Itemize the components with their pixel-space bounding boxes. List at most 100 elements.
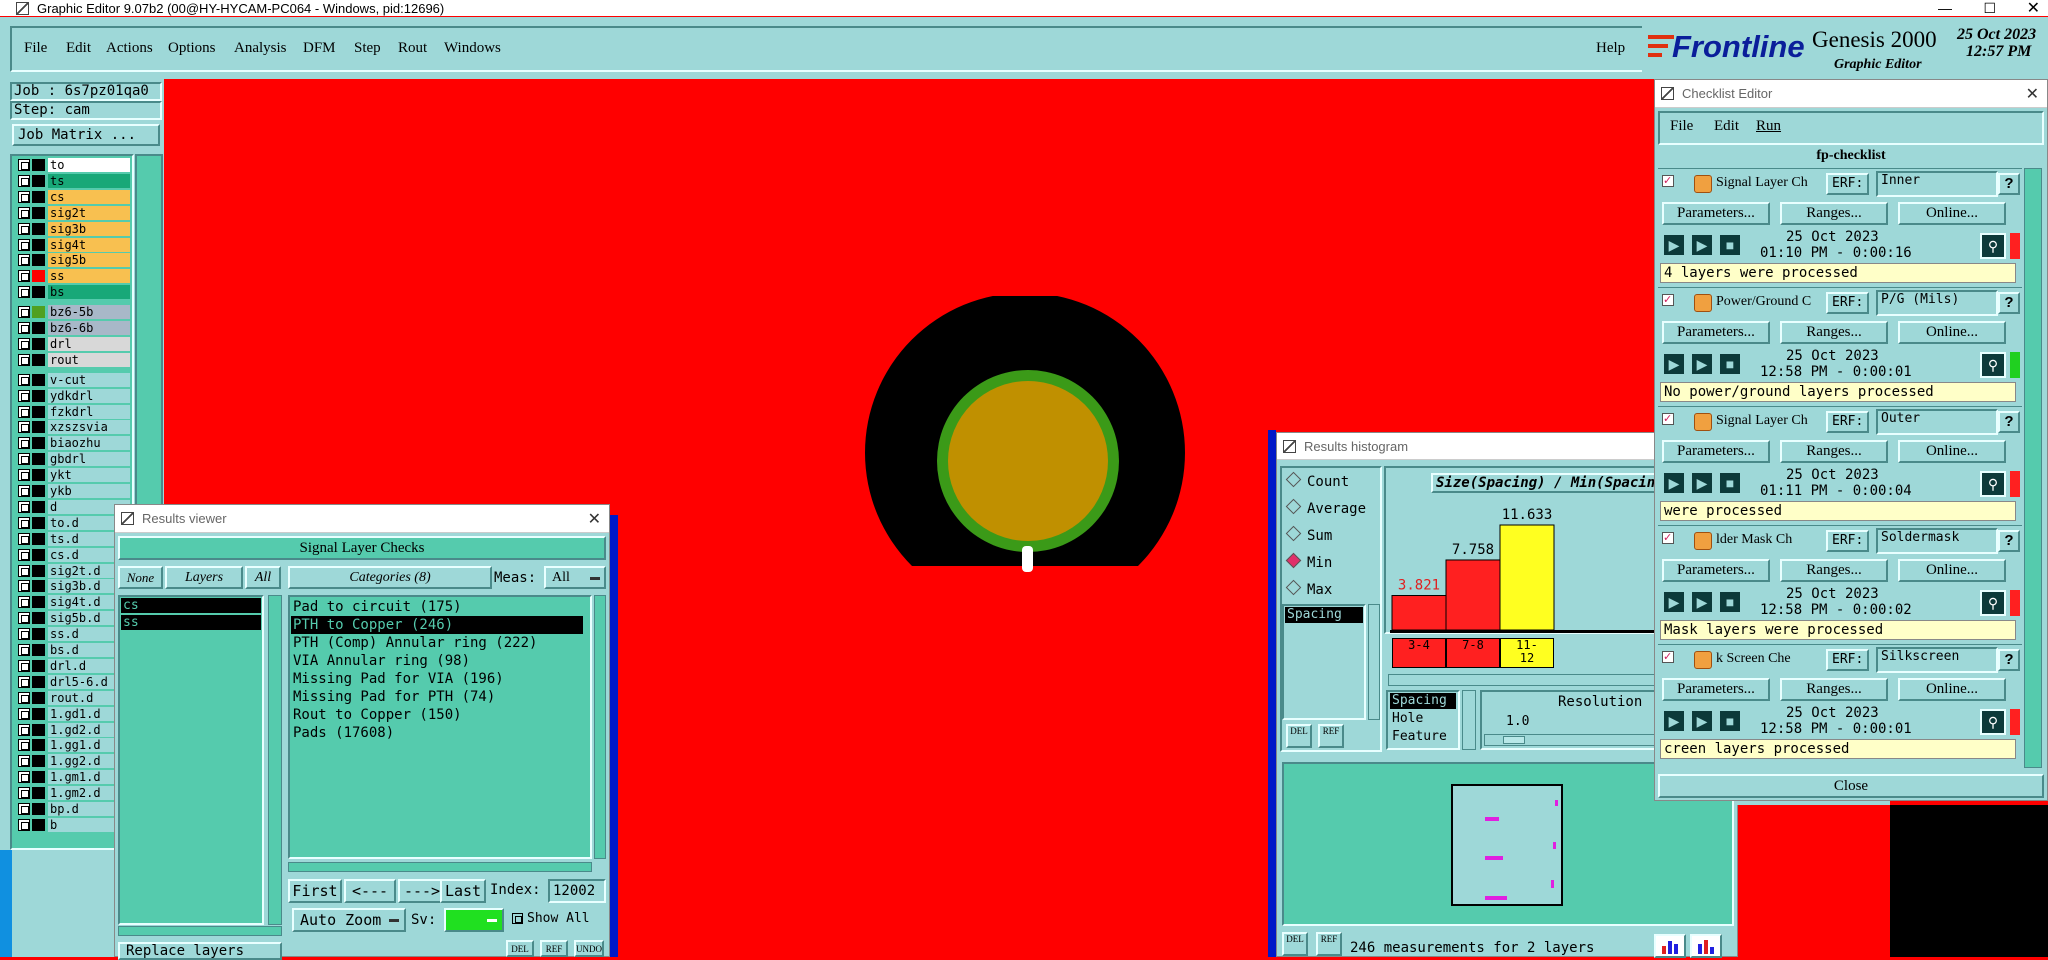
item-select-checkbox[interactable]: ✓ [1662, 175, 1674, 187]
layers-button[interactable]: Layers [165, 566, 243, 589]
layer-color-swatch[interactable] [32, 389, 45, 402]
layer-color-swatch[interactable] [32, 453, 45, 466]
category-item[interactable]: Missing Pad for VIA (196) [291, 670, 583, 688]
erf-value[interactable]: Soldermask [1876, 528, 1998, 554]
menu-step[interactable]: Step [354, 40, 381, 57]
layer-checkbox[interactable] [18, 254, 30, 267]
ref-button[interactable]: REF [540, 940, 568, 957]
layer-checkbox[interactable] [18, 532, 30, 545]
checklist-close-button[interactable]: Close [1658, 774, 2044, 798]
stop-icon[interactable]: ■ [1718, 471, 1742, 495]
menu-dfm[interactable]: DFM [303, 40, 336, 57]
run-all-icon[interactable]: ▶ [1690, 471, 1714, 495]
run-icon[interactable]: ▶ [1662, 233, 1686, 257]
layer-name[interactable]: bs [48, 285, 130, 300]
preview-del-button[interactable]: DEL [1282, 932, 1308, 956]
layer-checkbox[interactable] [18, 803, 30, 815]
layer-checkbox[interactable] [18, 270, 30, 283]
layer-checkbox[interactable] [18, 628, 30, 641]
layer-checkbox[interactable] [18, 405, 30, 418]
maximize-icon[interactable]: ☐ [1983, 0, 1996, 17]
layer-name[interactable]: v-cut [48, 372, 130, 387]
layer-color-swatch[interactable] [32, 628, 45, 641]
checklist-menu-file[interactable]: File [1670, 118, 1693, 135]
histogram-bar[interactable] [1499, 524, 1555, 631]
layer-checkbox[interactable] [18, 548, 30, 561]
undo-button[interactable]: UNDO [574, 940, 604, 957]
layer-name[interactable]: gbdrl [48, 452, 130, 467]
mode-min[interactable]: Min [1288, 555, 1332, 571]
layer-checkbox[interactable] [18, 596, 30, 609]
run-icon[interactable]: ▶ [1662, 590, 1686, 614]
layer-name[interactable]: bz6-5b [48, 305, 130, 320]
layer-color-swatch[interactable] [32, 596, 45, 609]
layer-name[interactable]: sig3b [48, 221, 130, 236]
online-button[interactable]: Online... [1898, 440, 2006, 463]
layer-color-swatch[interactable] [32, 723, 45, 736]
layer-color-swatch[interactable] [32, 500, 45, 513]
layer-row[interactable]: biaozhu [12, 436, 132, 451]
layer-row[interactable]: ts [12, 173, 132, 189]
layer-color-swatch[interactable] [32, 469, 45, 482]
checklist-scrollbar[interactable] [2024, 168, 2042, 768]
layer-row[interactable]: drl [12, 336, 132, 352]
chart-icon-button-1[interactable] [1654, 934, 1686, 958]
stop-icon[interactable]: ■ [1718, 590, 1742, 614]
menu-edit[interactable]: Edit [66, 40, 91, 57]
run-all-icon[interactable]: ▶ [1690, 352, 1714, 376]
layer-color-swatch[interactable] [32, 612, 45, 625]
erf-value[interactable]: Inner [1876, 171, 1998, 197]
layer-row[interactable]: sig4t [12, 237, 132, 253]
prev-button[interactable]: <--- [344, 879, 396, 903]
layer-checkbox[interactable] [18, 707, 30, 720]
layer-checkbox[interactable] [18, 659, 30, 672]
layer-color-swatch[interactable] [32, 405, 45, 418]
resolution-slider-thumb[interactable] [1503, 736, 1525, 744]
stop-icon[interactable]: ■ [1718, 233, 1742, 257]
layer-name[interactable]: fzkdrl [48, 404, 130, 419]
online-button[interactable]: Online... [1898, 202, 2006, 225]
layer-result-cs[interactable]: cs [121, 598, 261, 613]
layer-name[interactable]: sig4t [48, 237, 130, 252]
mode-average[interactable]: Average [1288, 501, 1366, 517]
run-all-icon[interactable]: ▶ [1690, 590, 1714, 614]
layer-checkbox[interactable] [18, 190, 30, 203]
layer-checkbox[interactable] [18, 739, 30, 752]
category-item[interactable]: Rout to Copper (150) [291, 706, 583, 724]
layer-color-swatch[interactable] [32, 580, 45, 593]
layer-name[interactable]: biaozhu [48, 436, 130, 451]
parameters-button[interactable]: Parameters... [1662, 440, 1770, 463]
mode-max[interactable]: Max [1288, 582, 1332, 598]
menu-help[interactable]: Help [1596, 40, 1625, 57]
preview-ref-button[interactable]: REF [1316, 932, 1342, 956]
hist-param-scrollbar[interactable] [1462, 690, 1476, 750]
layer-row[interactable]: ykt [12, 468, 132, 483]
check-name[interactable]: Signal Layer Ch [1716, 413, 1816, 429]
layer-color-swatch[interactable] [32, 254, 45, 267]
sv-color-dropdown[interactable] [444, 908, 504, 932]
online-button[interactable]: Online... [1898, 559, 2006, 582]
ranges-button[interactable]: Ranges... [1780, 678, 1888, 701]
run-icon[interactable]: ▶ [1662, 709, 1686, 733]
layer-color-swatch[interactable] [32, 437, 45, 450]
help-icon[interactable]: ? [1998, 411, 2020, 433]
layer-color-swatch[interactable] [32, 755, 45, 768]
layer-checkbox[interactable] [18, 723, 30, 736]
layer-row[interactable]: xzszsvia [12, 420, 132, 435]
erf-value[interactable]: Outer [1876, 409, 1998, 435]
layer-checkbox[interactable] [18, 421, 30, 434]
layer-row[interactable]: v-cut [12, 372, 132, 388]
parameters-button[interactable]: Parameters... [1662, 678, 1770, 701]
layer-name[interactable]: ykt [48, 468, 130, 483]
layer-row[interactable]: ss [12, 269, 132, 284]
layer-color-swatch[interactable] [32, 659, 45, 672]
menu-file[interactable]: File [24, 40, 47, 57]
all-button[interactable]: All [245, 566, 281, 589]
layer-color-swatch[interactable] [32, 644, 45, 656]
layer-color-swatch[interactable] [32, 222, 45, 235]
layer-checkbox[interactable] [18, 485, 30, 497]
histogram-bar[interactable] [1445, 559, 1501, 631]
layer-checkbox[interactable] [18, 337, 30, 350]
layer-checkbox[interactable] [18, 437, 30, 450]
layer-color-swatch[interactable] [32, 322, 45, 334]
